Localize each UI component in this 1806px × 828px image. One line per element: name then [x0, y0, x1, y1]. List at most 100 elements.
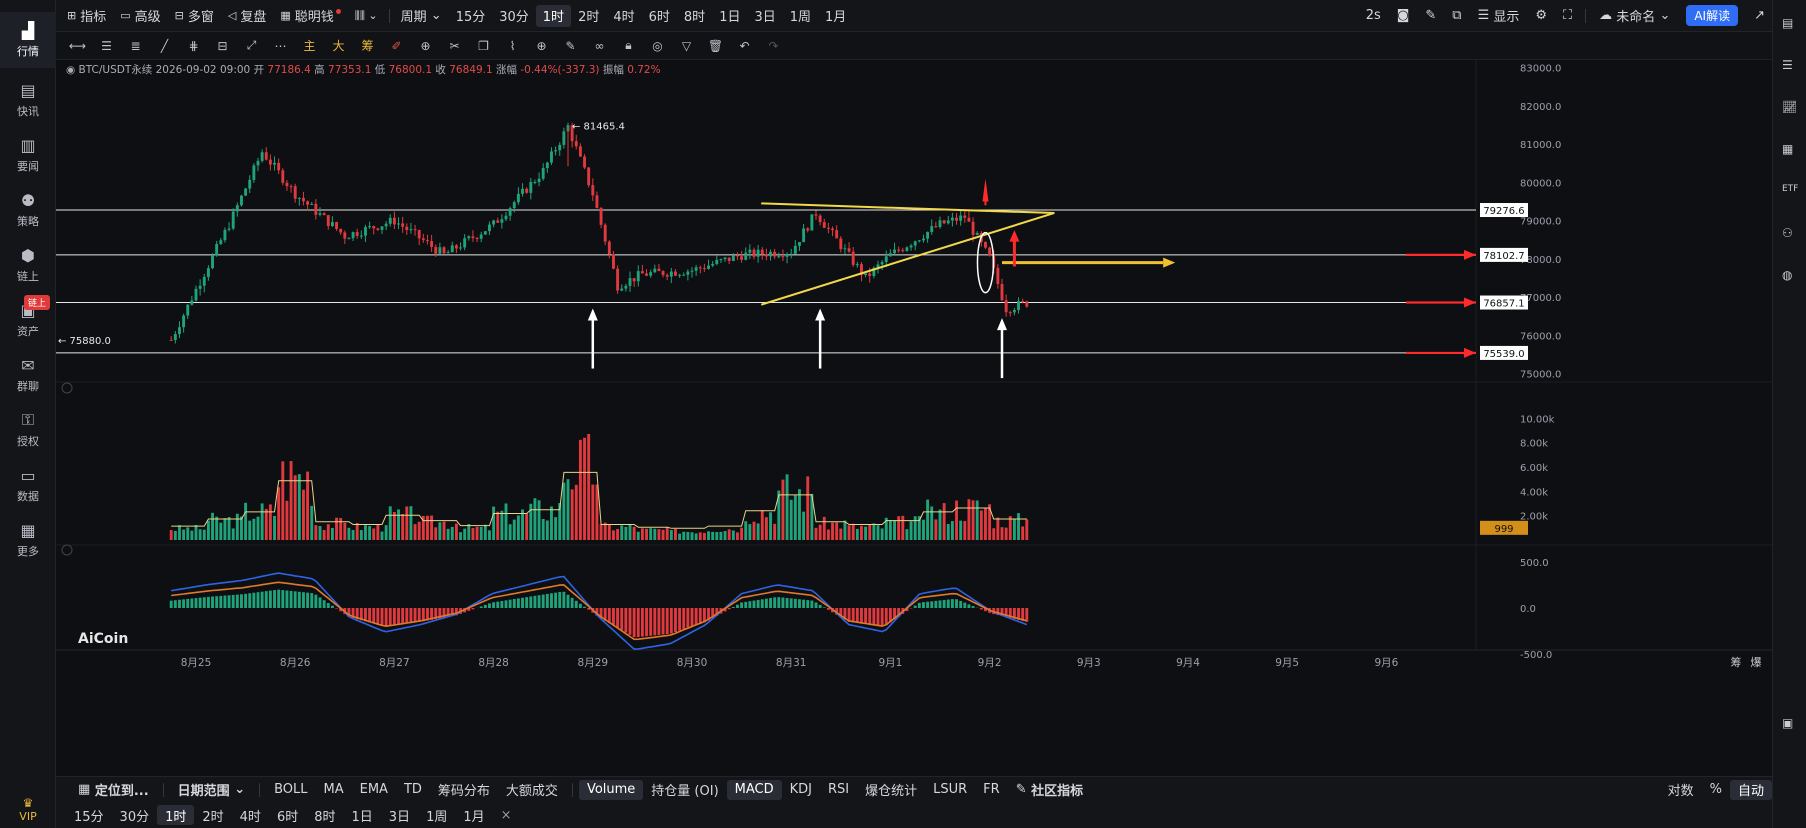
indicator-toggle-12[interactable]: LSUR [925, 780, 975, 800]
marker-icon[interactable]: ✎ [559, 36, 582, 56]
nav-item-7[interactable]: ⚿ 授权 [0, 402, 56, 458]
indicator-toggle-4[interactable]: 筹码分布 [430, 780, 498, 800]
parallel-icon[interactable]: ⋕ [182, 36, 205, 56]
etf-icon[interactable]: ETF [1782, 184, 1798, 200]
indicator-toggle-10[interactable]: RSI [820, 780, 857, 800]
period-tab-8[interactable]: 3日 [747, 5, 782, 27]
chat-bubble-icon[interactable]: ◍ [1782, 268, 1798, 284]
redo-icon[interactable]: ↷ [762, 36, 785, 56]
date-range-dropdown[interactable]: 日期范围 ⌄ [170, 780, 253, 800]
magnet-icon[interactable]: ⊕ [414, 36, 437, 56]
toolbar-advanced-button[interactable]: ▭ 高级 [113, 5, 167, 27]
ruler-icon[interactable]: ⌇ [501, 36, 524, 56]
log-scale-toggle[interactable]: 对数 [1660, 780, 1702, 800]
toolbar-indicator-button[interactable]: ⊞ 指标 [60, 5, 113, 27]
calendar-icon[interactable]: ▣ [1782, 716, 1798, 732]
horizontal-lines-icon[interactable]: ☰ [95, 36, 118, 56]
indicator-toggle-0[interactable]: BOLL [266, 780, 315, 800]
nav-item-5[interactable]: ▣ 资产 链上 [0, 292, 56, 348]
period-tab-2[interactable]: 1时 [535, 4, 572, 27]
indicator-toggle-3[interactable]: TD [396, 780, 430, 800]
auto-scale-toggle[interactable]: 自动 [1729, 779, 1772, 800]
period-tab-9[interactable]: 1周 [783, 5, 818, 27]
vip-entry[interactable]: ♛ VIP [0, 790, 56, 828]
eye-icon[interactable]: ◉ [66, 64, 75, 76]
ray-icon[interactable]: ⤢ [240, 36, 263, 56]
quick-period-1[interactable]: 30分 [112, 805, 158, 825]
camera-icon[interactable]: ◙ [1390, 5, 1417, 27]
trash-icon[interactable]: 🗑︎ [704, 36, 727, 56]
nav-item-1[interactable]: ▤ 快讯 [0, 72, 56, 128]
brush-icon[interactable]: ✐ [385, 36, 408, 56]
indicator-toggle-11[interactable]: 爆仓统计 [857, 780, 925, 800]
settings-gear-icon[interactable]: ⚙ [1528, 5, 1554, 27]
indicator-toggle-5[interactable]: 大额成交 [498, 780, 566, 800]
indicator-toggle-6[interactable]: Volume [578, 779, 644, 800]
more-dots-icon[interactable]: ⋯ [269, 36, 292, 56]
quick-period-2[interactable]: 1时 [157, 805, 195, 825]
quick-period-5[interactable]: 6时 [269, 805, 306, 825]
toolbar-smart-money-button[interactable]: ▦ 聪明钱 [273, 5, 347, 27]
period-dropdown[interactable]: 周期 ⌄ [394, 5, 449, 27]
popout-icon[interactable]: ⧉ [1445, 5, 1468, 27]
indicator-toggle-13[interactable]: FR [975, 780, 1008, 800]
cursor-line-icon[interactable]: ⟷ [66, 36, 89, 56]
quick-period-9[interactable]: 1周 [418, 805, 455, 825]
filter-icon[interactable]: ▽ [675, 36, 698, 56]
fib-icon[interactable]: ⊟ [211, 36, 234, 56]
close-period-bar-icon[interactable]: × [493, 805, 520, 825]
period-tab-7[interactable]: 1日 [712, 5, 747, 27]
visibility-icon[interactable]: ◎ [646, 36, 669, 56]
channel-icon[interactable]: ≣ [124, 36, 147, 56]
fullscreen-icon[interactable]: ⛶ [1556, 5, 1579, 27]
large-order-tool[interactable]: 大 [327, 36, 350, 56]
period-tab-10[interactable]: 1月 [818, 5, 853, 27]
refresh-interval[interactable]: 2s [1359, 5, 1388, 27]
layout-dropdown[interactable]: ☁ 未命名 ⌄ [1592, 5, 1677, 27]
copy-icon[interactable]: ❐ [472, 36, 495, 56]
stats-icon[interactable]: ▦ [1782, 142, 1798, 158]
undo-icon[interactable]: ↶ [733, 36, 756, 56]
chart-area[interactable]: 83000.0 82000.0 81000.0 80000.0 79000.0 78000… [56, 60, 1772, 770]
nav-item-4[interactable]: ⬢ 链上 [0, 237, 56, 293]
trades-list-icon[interactable]: ☰ [1782, 58, 1798, 74]
lock-icon[interactable]: 🔒︎ [617, 36, 640, 56]
depth-chart-icon[interactable]: 📈︎ [1782, 100, 1798, 116]
indicator-toggle-1[interactable]: MA [316, 780, 352, 800]
display-button[interactable]: ☰ 显示 [1471, 5, 1527, 27]
zoom-in-icon[interactable]: ⊕ [530, 36, 553, 56]
quick-period-10[interactable]: 1月 [455, 805, 492, 825]
period-tab-6[interactable]: 8时 [677, 5, 712, 27]
percent-scale-toggle[interactable]: % [1702, 780, 1730, 800]
nav-item-8[interactable]: ▭ 数据 [0, 457, 56, 513]
toolbar-replay-button[interactable]: ◁ 复盘 [221, 5, 273, 27]
nav-item-6[interactable]: ✉ 群聊 [0, 347, 56, 403]
nav-item-3[interactable]: ⚉ 策略 [0, 182, 56, 238]
share-icon[interactable]: ↗ [1747, 5, 1772, 27]
quick-period-6[interactable]: 8时 [306, 805, 343, 825]
quick-period-4[interactable]: 4时 [232, 805, 269, 825]
nav-item-9[interactable]: ▦ 更多 [0, 512, 56, 568]
main-force-tool[interactable]: 主 [298, 36, 321, 56]
indicator-toggle-8[interactable]: MACD [726, 779, 782, 800]
indicator-toggle-9[interactable]: KDJ [782, 780, 820, 800]
ai-interpret-button[interactable]: AI解读 [1679, 5, 1745, 27]
indicator-toggle-7[interactable]: 持仓量 (OI) [643, 780, 726, 800]
orderbook-icon[interactable]: ▤ [1782, 16, 1798, 32]
quick-period-7[interactable]: 1日 [344, 805, 381, 825]
period-tab-4[interactable]: 4时 [606, 5, 641, 27]
chip-tool[interactable]: 筹 [356, 36, 379, 56]
period-tab-5[interactable]: 6时 [642, 5, 677, 27]
bot-icon[interactable]: ⚇ [1782, 226, 1798, 242]
period-tab-1[interactable]: 30分 [492, 5, 536, 27]
eraser-pen-icon[interactable]: ✂ [443, 36, 466, 56]
nav-item-0[interactable]: ▟ 行情 [0, 12, 56, 68]
chart-type-button[interactable]: ⫼⫼ ⌄ [348, 5, 385, 27]
quick-period-8[interactable]: 3日 [381, 805, 418, 825]
indicator-toggle-2[interactable]: EMA [352, 780, 396, 800]
pen-icon[interactable]: ✎ [1418, 5, 1443, 27]
community-indicators-button[interactable]: ✎ 社区指标 [1008, 780, 1091, 800]
toolbar-multi-window-button[interactable]: ⊟ 多窗 [168, 5, 221, 27]
quick-period-3[interactable]: 2时 [194, 805, 231, 825]
nav-item-2[interactable]: ▥ 要闻 [0, 127, 56, 183]
